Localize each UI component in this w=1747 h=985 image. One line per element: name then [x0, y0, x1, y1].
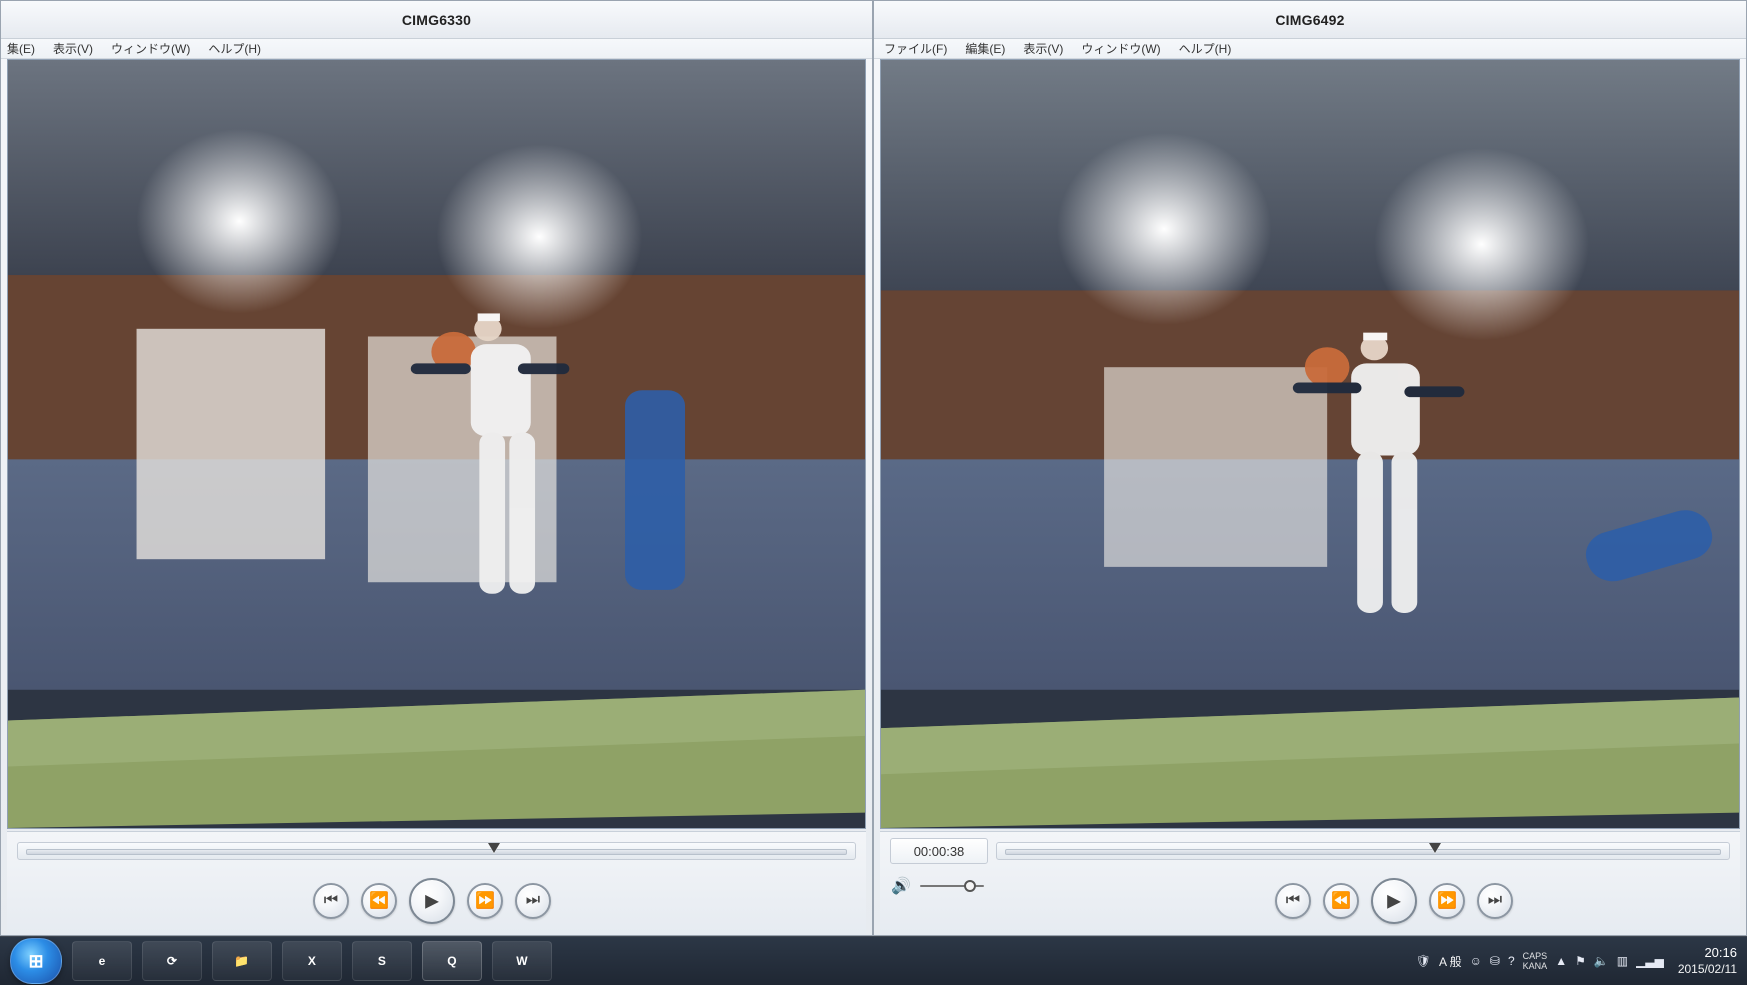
jump-start-button[interactable]: ⏮ — [313, 883, 349, 919]
tray-icons: 🛡 A 般 ☺ ⛁ ? CAPS KANA ▲ ⚑ 🔈 ▥ ▁▃▅ — [1416, 937, 1664, 985]
taskbar-app-excel[interactable]: X — [282, 941, 342, 981]
transport-controls: ⏮ ⏪ ▶ ⏩ ⏭ — [313, 874, 551, 928]
menu-item-file[interactable]: ファイル(F) — [884, 40, 947, 57]
date-text: 2015/02/11 — [1677, 962, 1737, 976]
menu-item-window[interactable]: ウィンドウ(W) — [1081, 40, 1160, 57]
volume-slider[interactable] — [920, 880, 984, 892]
taskbar: ⊞ e ⟳ 📁 X S Q W 🛡 A 般 ☺ ⛁ ? CAPS KANA ▲ … — [0, 936, 1747, 985]
jump-end-button[interactable]: ⏭ — [515, 883, 551, 919]
skype-icon: S — [377, 954, 387, 968]
app-icon: ⟳ — [166, 954, 178, 968]
menubar: ファイル(F) 編集(E) 表示(V) ウィンドウ(W) ヘルプ(H) — [874, 39, 1746, 59]
video-illustration — [881, 60, 1739, 828]
security-icon[interactable]: 🛡 — [1416, 954, 1431, 968]
video-frame[interactable] — [880, 59, 1740, 829]
clock[interactable]: 20:16 2015/02/11 — [1674, 945, 1737, 977]
timeline[interactable] — [17, 842, 856, 860]
transport-controls: ⏮ ⏪ ▶ ⏩ ⏭ — [1275, 874, 1513, 928]
tray-icon-2[interactable]: ⛁ — [1490, 954, 1500, 968]
jump-start-icon: ⏮ — [1285, 891, 1301, 909]
menu-item-view[interactable]: 表示(V) — [53, 40, 93, 57]
window-title: CIMG6492 — [874, 1, 1746, 39]
taskbar-app-2[interactable]: ⟳ — [142, 941, 202, 981]
timecode-text: 00:00:38 — [913, 843, 965, 859]
jump-end-icon: ⏭ — [1487, 891, 1503, 909]
timeline-playhead[interactable] — [487, 843, 500, 853]
player-window-right[interactable]: CIMG6492 ファイル(F) 編集(E) 表示(V) ウィンドウ(W) ヘル… — [873, 0, 1747, 936]
timeline-track[interactable] — [1005, 849, 1721, 855]
player-window-left[interactable]: CIMG6330 集(E) 表示(V) ウィンドウ(W) ヘルプ(H) ⏮ ⏪ … — [0, 0, 873, 936]
taskbar-app-skype[interactable]: S — [352, 941, 412, 981]
timeline-playhead[interactable] — [1428, 843, 1441, 853]
folder-icon: 📁 — [234, 954, 250, 968]
speaker-icon[interactable]: 🔈 — [1594, 954, 1609, 968]
jump-start-icon: ⏮ — [323, 891, 339, 909]
play-icon: ▶ — [1387, 890, 1401, 910]
menu-item-edit[interactable]: 集(E) — [7, 40, 35, 57]
taskbar-app-file-explorer[interactable]: 📁 — [212, 941, 272, 981]
help-icon[interactable]: ? — [1508, 954, 1515, 968]
kana-label: KANA — [1522, 961, 1548, 971]
tray-icon-1[interactable]: ☺ — [1470, 954, 1482, 968]
menu-item-help[interactable]: ヘルプ(H) — [1179, 40, 1232, 57]
window-title-text: CIMG6492 — [1275, 11, 1345, 28]
fast-forward-button[interactable]: ⏩ — [467, 883, 503, 919]
play-icon: ▶ — [425, 890, 439, 910]
time-text: 20:16 — [1704, 945, 1737, 960]
menu-item-window[interactable]: ウィンドウ(W) — [111, 40, 190, 57]
quicktime-icon: Q — [447, 954, 457, 968]
taskbar-app-quicktime[interactable]: Q — [422, 941, 482, 981]
taskbar-app-internet-explorer[interactable]: e — [72, 941, 132, 981]
chevron-up-icon[interactable]: ▲ — [1555, 954, 1567, 968]
play-button[interactable]: ▶ — [409, 878, 455, 924]
player-controls: ⏮ ⏪ ▶ ⏩ ⏭ — [7, 831, 866, 935]
rewind-button[interactable]: ⏪ — [1323, 883, 1359, 919]
timecode-display: 00:00:38 — [890, 838, 988, 864]
rewind-icon: ⏪ — [369, 892, 389, 910]
menu-item-help[interactable]: ヘルプ(H) — [208, 40, 261, 57]
ime-indicator[interactable]: A 般 — [1439, 953, 1462, 970]
timeline-track[interactable] — [26, 849, 847, 855]
menubar: 集(E) 表示(V) ウィンドウ(W) ヘルプ(H) — [1, 39, 872, 59]
internet-explorer-icon: e — [98, 954, 106, 968]
rewind-icon: ⏪ — [1331, 892, 1351, 910]
system-tray: 🛡 A 般 ☺ ⛁ ? CAPS KANA ▲ ⚑ 🔈 ▥ ▁▃▅ 20:16 … — [1416, 937, 1747, 985]
jump-start-button[interactable]: ⏮ — [1275, 883, 1311, 919]
start-button[interactable]: ⊞ — [10, 938, 62, 984]
network-icon[interactable]: ▥ — [1617, 954, 1628, 968]
rewind-button[interactable]: ⏪ — [361, 883, 397, 919]
caps-label: CAPS — [1522, 951, 1548, 961]
player-controls: 00:00:38 🔊 ⏮ ⏪ ▶ ⏩ ⏭ — [880, 831, 1740, 935]
jump-end-button[interactable]: ⏭ — [1477, 883, 1513, 919]
fast-forward-icon: ⏩ — [475, 892, 495, 910]
speaker-icon[interactable]: 🔊 — [890, 875, 912, 897]
fast-forward-button[interactable]: ⏩ — [1429, 883, 1465, 919]
play-button[interactable]: ▶ — [1371, 878, 1417, 924]
jump-end-icon: ⏭ — [525, 891, 541, 909]
fast-forward-icon: ⏩ — [1437, 892, 1457, 910]
menu-item-view[interactable]: 表示(V) — [1023, 40, 1063, 57]
ime-label: A 般 — [1438, 954, 1462, 969]
timeline[interactable] — [996, 842, 1730, 860]
menu-item-edit[interactable]: 編集(E) — [965, 40, 1005, 57]
volume-control: 🔊 — [890, 874, 984, 898]
volume-knob[interactable] — [963, 880, 976, 892]
taskbar-app-word[interactable]: W — [492, 941, 552, 981]
flag-icon[interactable]: ⚑ — [1575, 954, 1586, 968]
word-icon: W — [516, 954, 528, 968]
window-title-text: CIMG6330 — [401, 11, 472, 28]
signal-icon[interactable]: ▁▃▅ — [1636, 954, 1664, 968]
excel-icon: X — [307, 954, 317, 968]
window-title: CIMG6330 — [1, 1, 872, 39]
caps-kana-indicator: CAPS KANA — [1523, 951, 1548, 971]
video-frame[interactable] — [7, 59, 866, 829]
video-illustration — [8, 60, 865, 828]
